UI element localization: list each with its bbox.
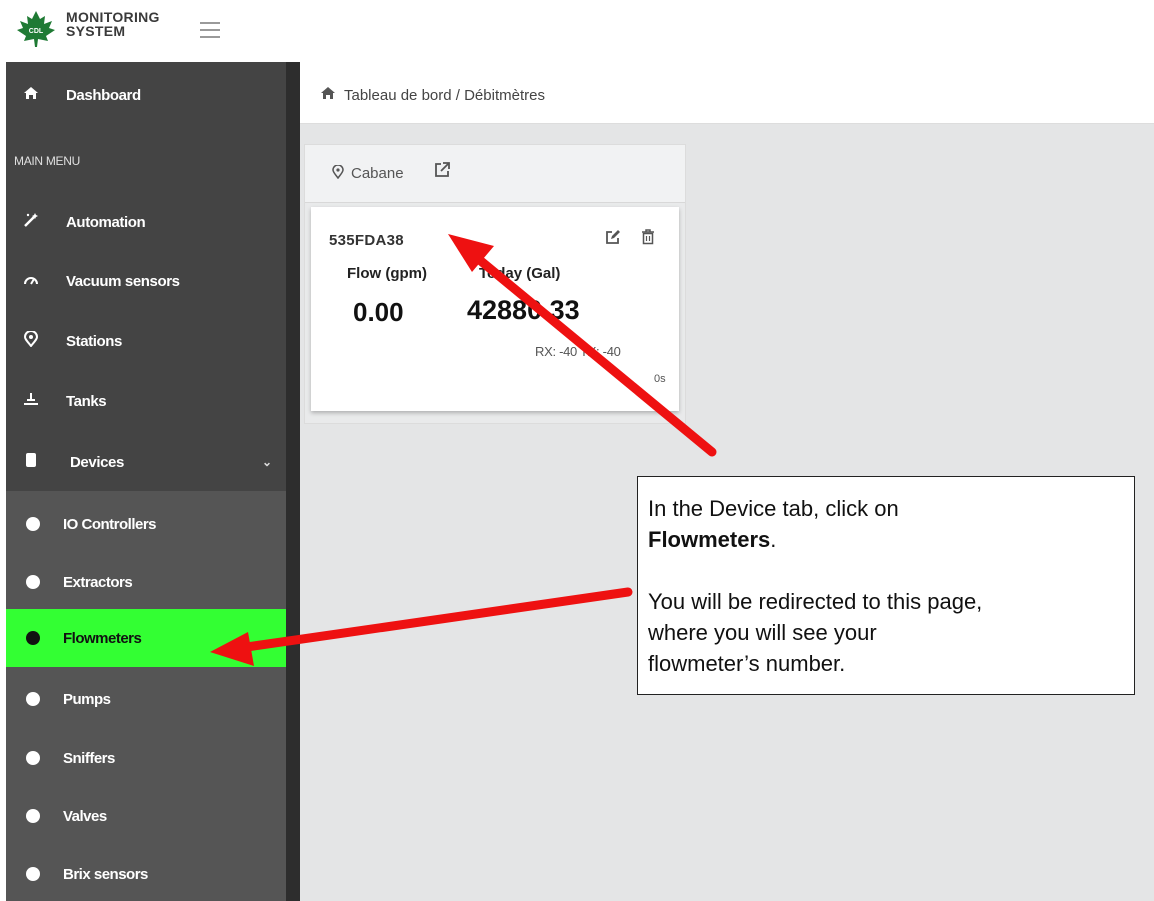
- sidebar-subitem-pumps[interactable]: Pumps: [6, 675, 286, 723]
- bullet-icon: [26, 575, 40, 589]
- logo-badge-text: CDL: [29, 28, 44, 35]
- sidebar-item-stations[interactable]: Stations: [6, 318, 286, 364]
- sidebar-item-label: Extractors: [63, 573, 133, 591]
- callout-line-2: Flowmeters.: [648, 524, 1124, 555]
- hamburger-icon[interactable]: [200, 22, 220, 38]
- flow-label: Flow (gpm): [347, 265, 427, 282]
- chevron-down-icon: ⌄: [262, 455, 272, 469]
- sidebar-item-vacuum-sensors[interactable]: Vacuum sensors: [6, 258, 286, 304]
- tank-icon: [21, 392, 41, 410]
- map-pin-icon: [21, 330, 41, 351]
- sidebar-subitem-flowmeters[interactable]: Flowmeters: [6, 609, 286, 667]
- sidebar-item-label: IO Controllers: [63, 515, 157, 533]
- bullet-icon: [26, 751, 40, 765]
- main-menu-heading: MAIN MENU: [14, 154, 80, 168]
- callout-line-4: where you will see your: [648, 620, 877, 645]
- logo-line-1: MONITORING: [66, 9, 160, 25]
- callout-line-5: flowmeter’s number.: [648, 651, 846, 676]
- external-link-icon[interactable]: [433, 161, 451, 184]
- sidebar-item-label: Devices: [70, 453, 124, 471]
- sidebar-item-label: Dashboard: [66, 86, 141, 104]
- callout-line-1: In the Device tab, click on: [648, 496, 899, 521]
- app-logo-text: MONITORING SYSTEM: [66, 10, 160, 38]
- station-name: Cabane: [351, 165, 404, 182]
- device-id: 535FDA38: [329, 232, 404, 249]
- home-icon[interactable]: [320, 86, 336, 104]
- flowmeter-card[interactable]: 535FDA38 Flow (gpm) Today (Gal) 0.00 428…: [311, 207, 679, 411]
- device-icon: [21, 452, 41, 472]
- sidebar-subitem-valves[interactable]: Valves: [6, 792, 286, 840]
- sidebar-item-tanks[interactable]: Tanks: [6, 378, 286, 424]
- sidebar-divider: [286, 62, 300, 901]
- devices-submenu: IO Controllers Extractors Flowmeters Pum…: [6, 491, 286, 901]
- sidebar-subitem-brix-sensors[interactable]: Brix sensors: [6, 850, 286, 898]
- bullet-icon: [26, 809, 40, 823]
- magic-wand-icon: [21, 212, 41, 232]
- today-label: Today (Gal): [479, 265, 561, 282]
- sidebar-item-label: Tanks: [66, 392, 107, 410]
- instruction-callout: In the Device tab, click on Flowmeters. …: [637, 476, 1135, 695]
- sidebar-item-automation[interactable]: Automation: [6, 199, 286, 245]
- sidebar-item-label: Brix sensors: [63, 865, 148, 883]
- callout-line-3: You will be redirected to this page,: [648, 589, 983, 614]
- sidebar-item-label: Sniffers: [63, 749, 115, 767]
- trash-icon[interactable]: [641, 229, 655, 250]
- bullet-icon: [26, 517, 40, 531]
- sidebar-item-label: Stations: [66, 332, 122, 350]
- top-header: CDL MONITORING SYSTEM: [0, 0, 1154, 60]
- flow-value: 0.00: [353, 297, 404, 327]
- callout-period: .: [770, 527, 777, 552]
- sidebar-subitem-sniffers[interactable]: Sniffers: [6, 734, 286, 782]
- logo-line-2: SYSTEM: [66, 23, 126, 39]
- signal-strength: RX: -40 TX: -40: [535, 344, 621, 359]
- edit-icon[interactable]: [605, 229, 621, 250]
- station-header: Cabane: [305, 145, 685, 203]
- maple-leaf-logo-icon: CDL: [17, 11, 55, 47]
- bullet-icon: [26, 867, 40, 881]
- sidebar: Dashboard MAIN MENU Automation Vacuum se…: [6, 62, 286, 901]
- bullet-icon: [26, 631, 40, 645]
- breadcrumb-text[interactable]: Tableau de bord / Débitmètres: [344, 87, 545, 104]
- sidebar-item-label: Pumps: [63, 690, 111, 708]
- sidebar-item-label: Automation: [66, 213, 146, 231]
- station-panel: Cabane 535FDA38 Flow (gpm) Today (Gal) 0…: [304, 144, 686, 424]
- sidebar-item-devices[interactable]: Devices ⌄: [6, 439, 286, 485]
- home-icon: [21, 86, 41, 104]
- last-update-age: 0s: [654, 373, 666, 385]
- breadcrumb: Tableau de bord / Débitmètres: [300, 62, 1154, 124]
- sidebar-item-label: Flowmeters: [63, 629, 142, 647]
- gauge-icon: [21, 273, 41, 290]
- bullet-icon: [26, 692, 40, 706]
- callout-bold-flowmeters: Flowmeters: [648, 527, 771, 552]
- sidebar-subitem-extractors[interactable]: Extractors: [6, 558, 286, 606]
- sidebar-item-label: Valves: [63, 807, 107, 825]
- sidebar-item-label: Vacuum sensors: [66, 272, 180, 290]
- map-pin-icon: [332, 164, 344, 182]
- today-value: 42880.33: [467, 295, 580, 325]
- sidebar-item-dashboard[interactable]: Dashboard: [6, 72, 286, 118]
- sidebar-subitem-io-controllers[interactable]: IO Controllers: [6, 500, 286, 548]
